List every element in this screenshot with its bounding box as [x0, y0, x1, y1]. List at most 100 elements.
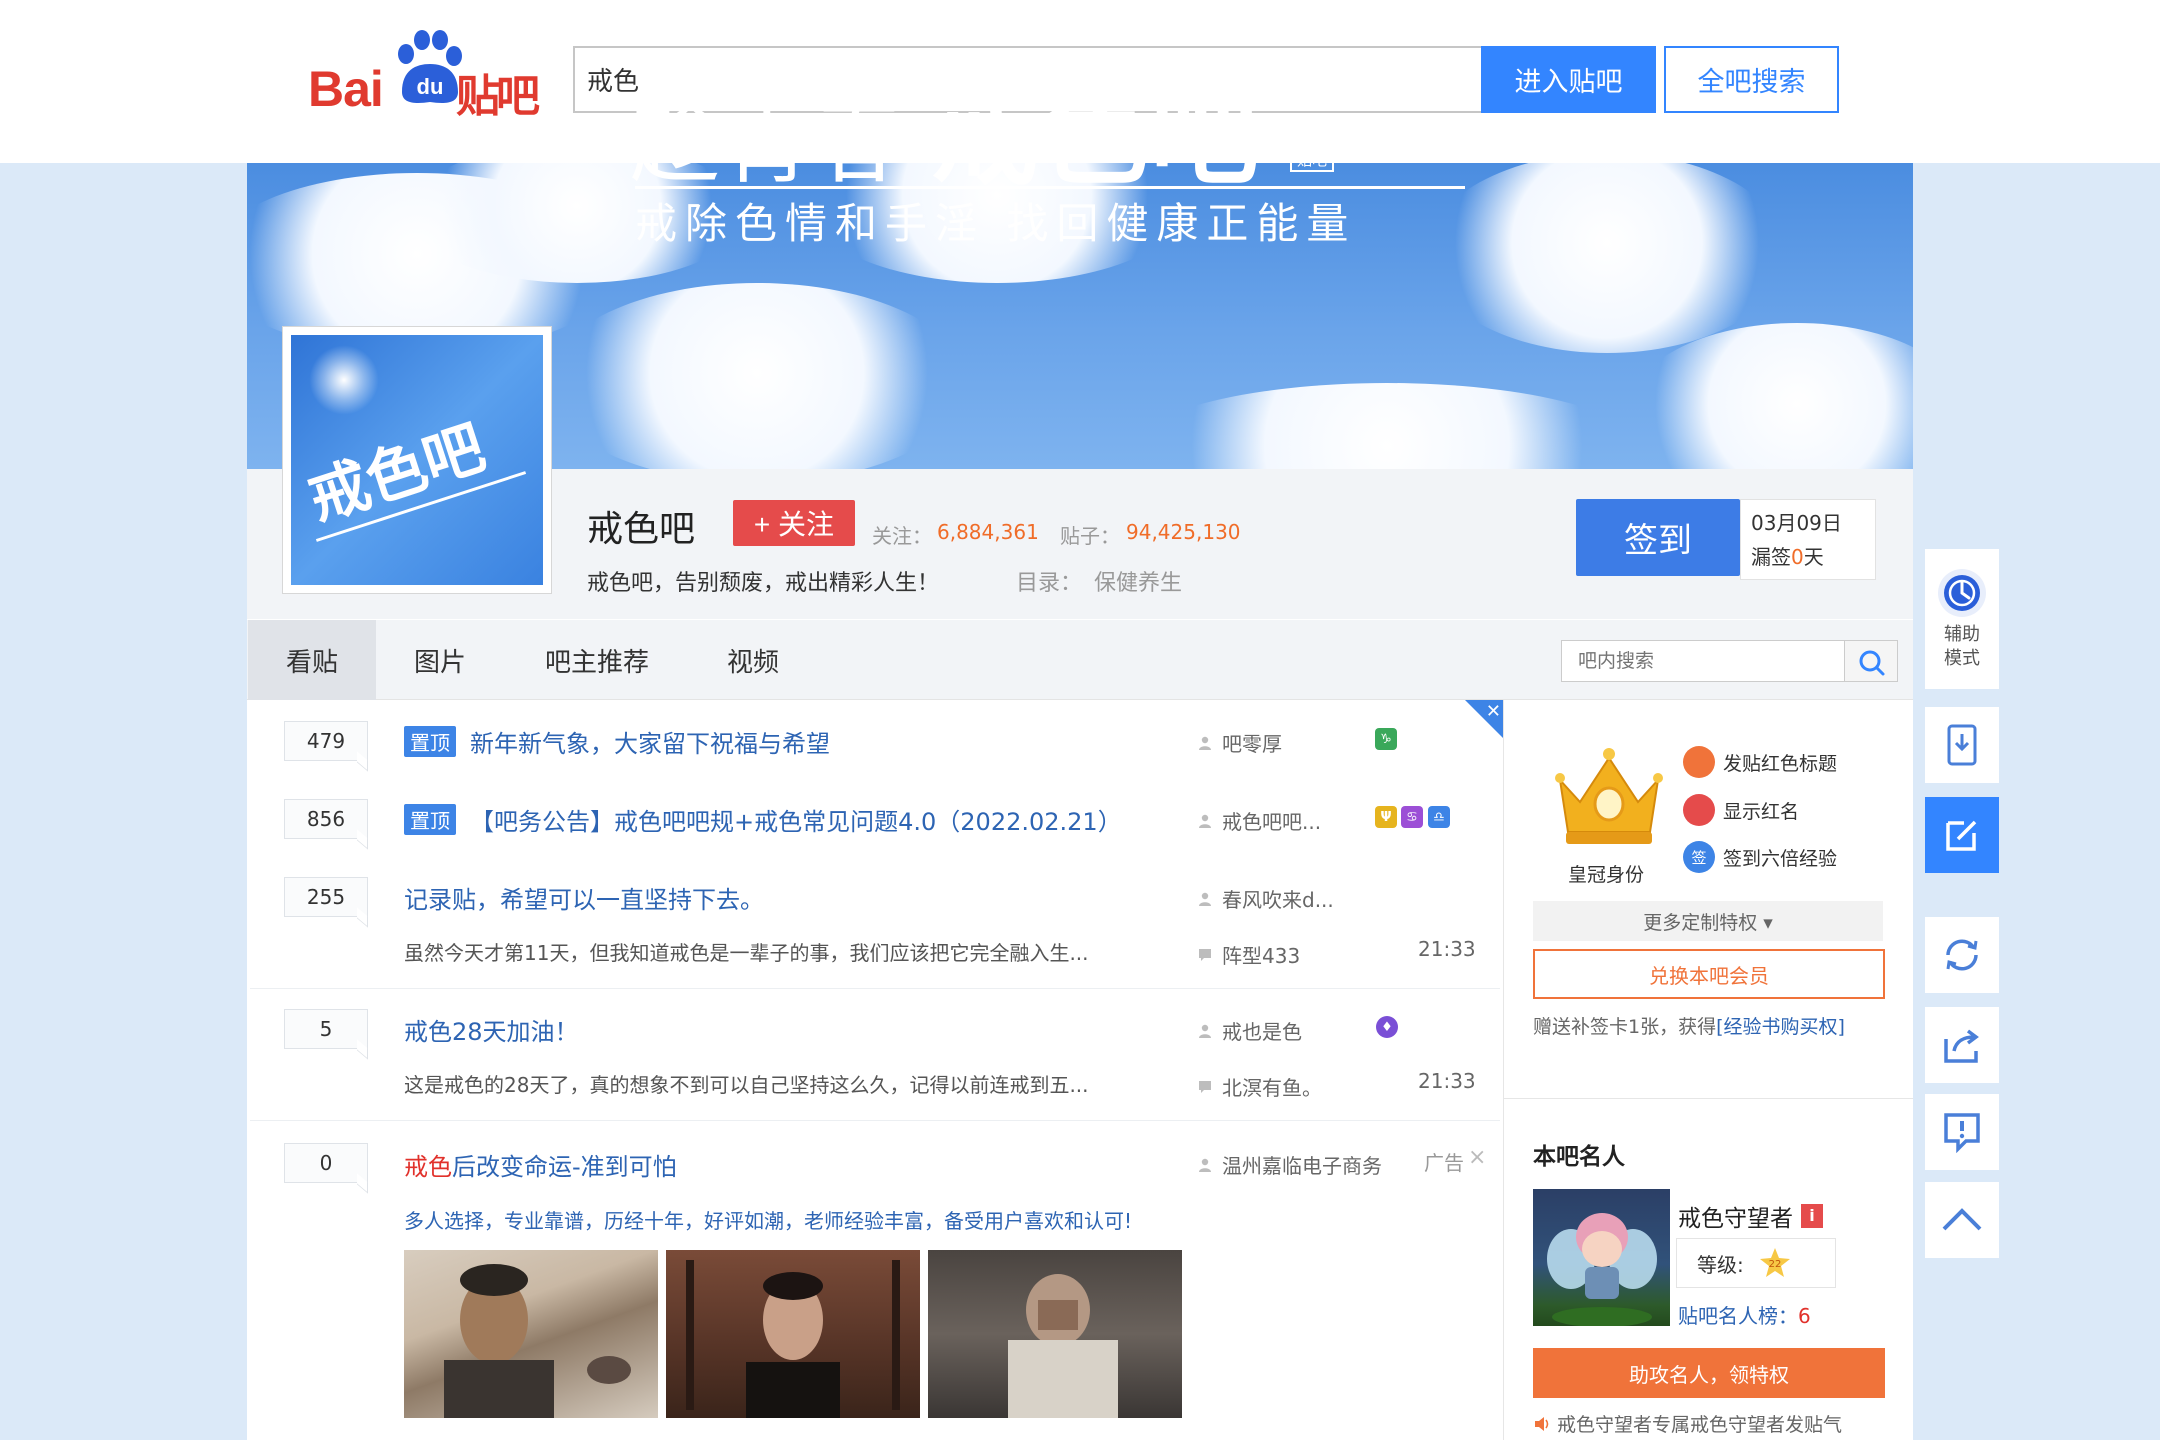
last-reply-author[interactable]: 北溟有鱼。	[1198, 1072, 1322, 1101]
followers-label: 关注：	[872, 524, 932, 548]
thread-title[interactable]: 记录贴，希望可以一直坚持下去。	[404, 880, 764, 915]
back-to-top-button[interactable]	[1925, 1182, 1999, 1258]
thread-author[interactable]: 春风吹来d...	[1198, 884, 1334, 913]
forum-avatar[interactable]: 戒色吧	[282, 326, 552, 594]
ad-image[interactable]	[666, 1250, 920, 1418]
assist-mode-label: 辅助 模式	[1944, 624, 1980, 669]
user-icon	[1199, 1158, 1211, 1172]
thread-author[interactable]: 戒也是色	[1198, 1016, 1302, 1045]
sidebar-divider	[1503, 1098, 1913, 1099]
follow-button[interactable]: + 关注	[733, 500, 855, 546]
phone-download-icon	[1947, 724, 1977, 766]
pinned-badge: 置顶	[404, 804, 456, 835]
accessibility-icon	[1938, 569, 1986, 617]
level-badge-icon: ♑	[1375, 728, 1397, 750]
user-icon	[1199, 1024, 1211, 1038]
reply-time: 21:33	[1418, 937, 1476, 961]
sign-icon: 签	[1683, 841, 1715, 873]
crown-label: 皇冠身份	[1568, 864, 1645, 886]
reply-icon	[1199, 948, 1211, 961]
new-post-button[interactable]	[1925, 797, 1999, 873]
edit-icon	[1946, 820, 1977, 851]
logo-bai-text: Bai	[308, 61, 384, 117]
baidu-paw-icon: du	[398, 30, 462, 103]
guard-text: 戒色守望者专属戒色守望者发贴气	[1533, 1410, 1842, 1437]
tab-recommended[interactable]: 吧主推荐	[524, 620, 670, 700]
all-tieba-search-button[interactable]: 全吧搜索	[1664, 46, 1839, 113]
speaker-icon	[1535, 1416, 1549, 1431]
ad-image[interactable]	[404, 1250, 658, 1420]
forum-slogan: 戒色吧，告别颓废，戒出精彩人生！	[587, 571, 940, 596]
share-icon	[1944, 1029, 1979, 1063]
share-button[interactable]	[1925, 1007, 1999, 1083]
chevron-up-icon	[1942, 1208, 1982, 1231]
forum-search-input[interactable]	[1561, 640, 1845, 682]
report-icon	[1944, 1113, 1980, 1153]
sign-in-info: 03月09日 漏签0天	[1740, 499, 1876, 580]
assist-mode-button[interactable]: 辅助 模式	[1925, 549, 1999, 689]
logo-du-text: du	[417, 74, 444, 99]
banner-title: 趁青春 戒色吧	[630, 50, 1260, 206]
crown-icon	[1555, 748, 1663, 844]
reply-count: 479	[284, 721, 368, 761]
download-app-button[interactable]	[1925, 707, 1999, 783]
search-icon	[1859, 650, 1885, 676]
catalog-label: 目录：	[1016, 571, 1083, 596]
posts-label: 贴子：	[1060, 524, 1120, 548]
gift-link[interactable]: [经验书购买权]	[1716, 1016, 1845, 1038]
reply-count: 0	[284, 1143, 368, 1183]
famous-heading: 本吧名人	[1533, 1144, 1625, 1170]
close-corner-button[interactable]: ✕	[1465, 700, 1505, 740]
user-icon	[1199, 892, 1211, 906]
badge-icon: ♋	[1401, 806, 1423, 828]
forum-search-button[interactable]	[1844, 640, 1898, 682]
thread-author[interactable]: 戒色吧吧...	[1198, 806, 1321, 835]
badge-icon: ♦	[1376, 1016, 1398, 1038]
forum-name[interactable]: 戒色吧	[587, 500, 695, 552]
reply-count: 856	[284, 799, 368, 839]
ad-close-icon[interactable]: ×	[1468, 1145, 1486, 1170]
followers-count: 6,884,361	[937, 520, 1039, 544]
privilege-red-name: 显示红名	[1683, 794, 1799, 826]
tab-videos[interactable]: 视频	[690, 620, 816, 700]
famous-name[interactable]: 戒色守望者 i	[1678, 1199, 1823, 1233]
privilege-sign-exp: 签签到六倍经验	[1683, 841, 1837, 873]
banner-title-prefix: 趁青春	[630, 91, 906, 196]
tab-images[interactable]: 图片	[376, 620, 504, 700]
sign-missed: 漏签0天	[1751, 545, 1824, 569]
reply-count: 5	[284, 1009, 368, 1049]
banner-subtitle: 戒除色情和手淫 找回健康正能量	[635, 199, 1357, 248]
report-button[interactable]	[1925, 1094, 1999, 1170]
more-privileges-button[interactable]: 更多定制特权 ▾	[1533, 901, 1883, 941]
refresh-button[interactable]	[1925, 917, 1999, 993]
thread-title[interactable]: 戒色28天加油！	[404, 1012, 579, 1047]
banner-divider	[635, 186, 1465, 189]
reply-count: 255	[284, 877, 368, 917]
catalog-link[interactable]: 保健养生	[1094, 565, 1182, 597]
level-star-icon: 22	[1759, 1248, 1790, 1277]
sign-in-button[interactable]: 签到	[1576, 499, 1740, 576]
close-icon: ✕	[1485, 701, 1501, 722]
tab-posts[interactable]: 看贴	[248, 620, 376, 700]
redeem-member-button[interactable]: 兑换本吧会员	[1533, 949, 1885, 999]
baidu-tieba-logo[interactable]: Bai du 贴吧	[308, 30, 540, 122]
avatar-text: 戒色吧	[300, 412, 494, 535]
ad-title[interactable]: 戒色后改变命运-准到可怕	[404, 1147, 677, 1182]
reply-time: 21:33	[1418, 1069, 1476, 1093]
pinned-badge: 置顶	[404, 726, 456, 757]
enter-tieba-button[interactable]: 进入贴吧	[1481, 46, 1656, 113]
famous-rank[interactable]: 贴吧名人榜：6	[1678, 1300, 1811, 1329]
thread-abstract: 虽然今天才第11天，但我知道戒色是一辈子的事，我们应该把它完全融入生...	[404, 941, 1089, 965]
thread-title[interactable]: 置顶 【吧务公告】戒色吧吧规+戒色常见问题4.0（2022.02.21）	[404, 802, 1122, 837]
last-reply-author[interactable]: 阵型433	[1198, 940, 1300, 969]
assist-famous-button[interactable]: 助攻名人，领特权	[1533, 1348, 1885, 1398]
sign-date: 03月09日	[1751, 511, 1842, 535]
ad-advertiser[interactable]: 温州嘉临电子商务	[1198, 1150, 1382, 1179]
ad-image[interactable]	[928, 1250, 1182, 1418]
ad-description[interactable]: 多人选择，专业靠谱，历经十年，好评如潮，老师经验丰富，备受用户喜欢和认可!	[404, 1205, 1132, 1234]
famous-avatar[interactable]	[1533, 1189, 1670, 1326]
thread-author[interactable]: 吧零厚	[1198, 728, 1282, 757]
thread-title[interactable]: 置顶 新年新气象，大家留下祝福与希望	[404, 724, 830, 759]
privilege-red-title: 发贴红色标题	[1683, 746, 1837, 778]
ad-label: 广告	[1424, 1151, 1464, 1175]
